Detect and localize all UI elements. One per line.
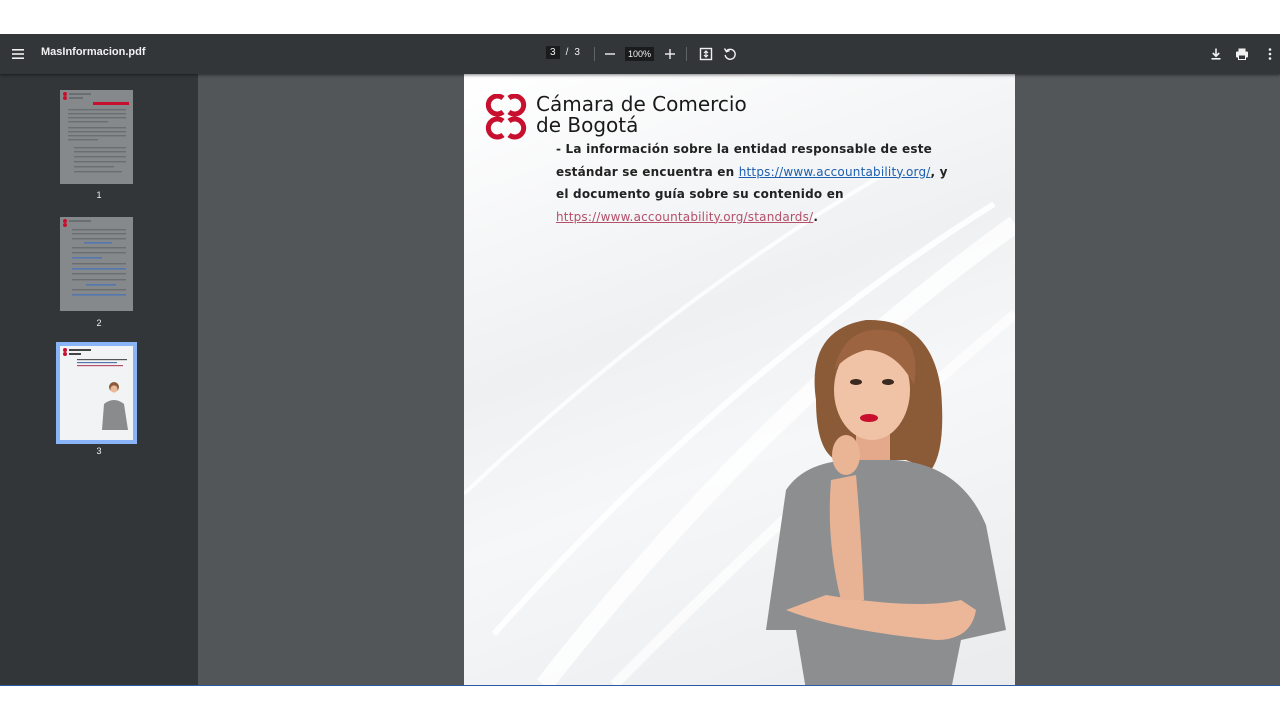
menu-button[interactable] <box>6 42 30 66</box>
fit-page-icon <box>699 47 713 61</box>
menu-icon <box>12 49 24 59</box>
paragraph-text: . <box>813 209 819 224</box>
thumbnail-sidebar: 1 2 3 <box>0 74 198 685</box>
page-total: 3 <box>574 47 580 58</box>
page-thumbnail-image <box>60 217 133 311</box>
pdf-viewer: MasInformacion.pdf 3 / 3 100% 1 2 3 Cáma… <box>0 34 1280 685</box>
ccb-logo-icon <box>485 94 527 140</box>
zoom-in-icon <box>665 49 675 59</box>
page-thumbnail-2[interactable] <box>60 217 133 311</box>
print-icon <box>1236 48 1248 60</box>
page-thumbnail-1[interactable] <box>60 90 133 184</box>
rotate-icon <box>723 48 736 60</box>
more-actions-button[interactable] <box>1258 42 1280 66</box>
brand-name: Cámara de Comercio de Bogotá <box>536 94 747 136</box>
brand-name-line2: de Bogotá <box>536 113 639 137</box>
thumbnail-label: 2 <box>96 318 102 328</box>
page-thumbnail-3[interactable] <box>56 342 137 444</box>
toolbar-divider <box>594 47 595 61</box>
brand-logo: Cámara de Comercio de Bogotá <box>484 94 747 140</box>
page-number-input[interactable]: 3 <box>546 46 560 59</box>
toolbar-divider <box>686 47 687 61</box>
rotate-button[interactable] <box>718 42 742 66</box>
standards-link[interactable]: https://www.accountability.org/standards… <box>556 210 813 224</box>
thinking-woman-photo <box>766 319 1006 685</box>
brand-name-line1: Cámara de Comercio <box>536 92 747 116</box>
viewer-toolbar: MasInformacion.pdf 3 / 3 100% <box>0 34 1280 74</box>
page-paragraph: - La información sobre la entidad respon… <box>556 138 956 228</box>
page-separator: / <box>565 47 569 58</box>
zoom-out-icon <box>605 53 615 55</box>
page-thumbnail-image <box>60 90 133 184</box>
download-button[interactable] <box>1204 42 1228 66</box>
document-title: MasInformacion.pdf <box>41 46 146 58</box>
thumbnail-label: 3 <box>96 446 102 456</box>
print-button[interactable] <box>1230 42 1254 66</box>
page-thumbnail-image <box>60 346 133 440</box>
download-icon <box>1211 48 1221 60</box>
zoom-out-button[interactable] <box>598 42 622 66</box>
zoom-input[interactable]: 100% <box>625 47 655 61</box>
accountability-link[interactable]: https://www.accountability.org/ <box>739 165 931 179</box>
fit-page-button[interactable] <box>694 42 718 66</box>
zoom-in-button[interactable] <box>658 42 682 66</box>
thumbnail-label: 1 <box>96 190 102 200</box>
viewer-bottom-edge <box>0 685 1280 686</box>
more-icon <box>1268 48 1272 60</box>
page-indicator: 3 / 3 <box>546 46 580 59</box>
pdf-page-3: Cámara de Comercio de Bogotá - La inform… <box>464 74 1015 685</box>
